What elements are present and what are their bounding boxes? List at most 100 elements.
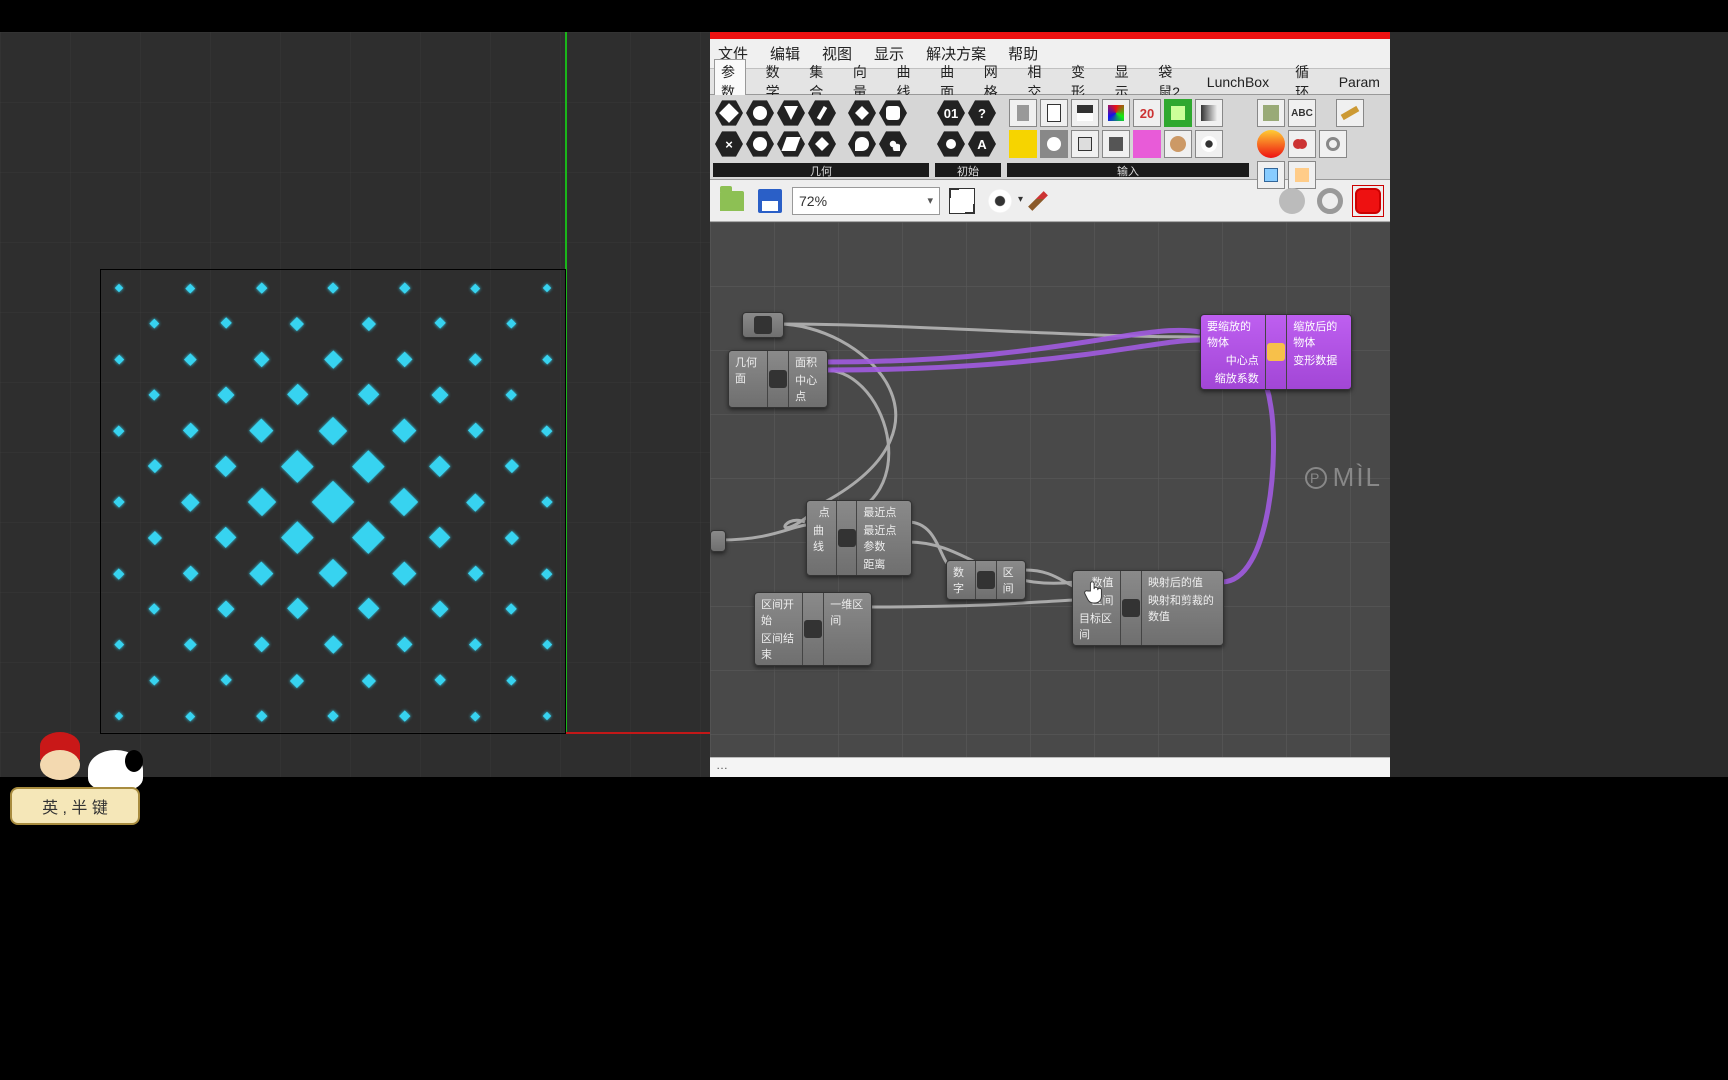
component-icon[interactable] (746, 130, 774, 158)
component-icon[interactable] (1257, 161, 1285, 189)
port-in[interactable]: 点 (819, 504, 830, 520)
component-icon[interactable]: ? (968, 99, 996, 127)
eraser-button[interactable] (1352, 185, 1384, 217)
port-out[interactable]: 映射后的值 (1148, 574, 1203, 590)
component-icon[interactable] (1164, 130, 1192, 158)
component-icon[interactable] (1040, 99, 1068, 127)
ribbon-group-label: 输入 (1007, 163, 1249, 177)
component-icon[interactable] (777, 99, 805, 127)
port-in[interactable]: 几何面 (735, 354, 761, 386)
component-icon[interactable] (879, 99, 907, 127)
component-icon[interactable] (808, 99, 836, 127)
diamond-pattern (101, 270, 565, 733)
component-icon[interactable] (1195, 99, 1223, 127)
node-construct-domain[interactable]: 区间开始 区间结束 一维区间 (754, 592, 872, 666)
save-button[interactable] (754, 185, 786, 217)
watermark: P MÌL (1305, 462, 1382, 493)
zoom-extents-button[interactable] (946, 185, 978, 217)
component-icon[interactable] (777, 130, 805, 158)
component-icon (769, 370, 787, 388)
port-in[interactable]: 区间开始 (761, 596, 796, 628)
component-icon[interactable]: A (968, 130, 996, 158)
node-scale[interactable]: 要缩放的物体 中心点 缩放系数 缩放后的物体 变形数据 (1200, 314, 1352, 390)
preview-button[interactable] (984, 185, 1016, 217)
port-out[interactable]: 缩放后的物体 (1293, 318, 1345, 350)
component-icon (977, 571, 995, 589)
rhino-viewport[interactable]: 英 , 半 键 (0, 32, 710, 777)
eraser-icon (1355, 188, 1381, 214)
component-icon (804, 620, 822, 638)
component-icon[interactable] (848, 130, 876, 158)
component-icon[interactable] (879, 130, 907, 158)
port-out[interactable]: 变形数据 (1293, 352, 1337, 368)
watermark-text: MÌL (1333, 462, 1382, 493)
component-icon[interactable] (1009, 99, 1037, 127)
port-in[interactable]: 数字 (953, 564, 969, 596)
component-icon[interactable] (1102, 130, 1130, 158)
component-icon[interactable] (937, 130, 965, 158)
port-out[interactable]: 区间 (1003, 564, 1019, 596)
watermark-badge: P (1305, 467, 1327, 489)
port-out[interactable]: 一维区间 (830, 596, 865, 628)
zoom-combobox[interactable]: 72% (792, 187, 940, 215)
tab-lunchbox[interactable]: LunchBox (1201, 72, 1275, 92)
blob-icon (1279, 188, 1305, 214)
component-icon[interactable] (1195, 130, 1223, 158)
port-in[interactable]: 中心点 (1226, 352, 1259, 368)
ribbon: × 几何 01 ? A 初始 (710, 95, 1390, 180)
component-icon[interactable]: × (715, 130, 743, 158)
port-out[interactable]: 最近点参数 (863, 522, 905, 554)
component-icon[interactable] (1288, 130, 1316, 158)
port-in[interactable]: 区间结束 (761, 630, 796, 662)
component-icon[interactable] (1288, 161, 1316, 189)
open-button[interactable] (716, 185, 748, 217)
node-bounds[interactable]: 数字 区间 (946, 560, 1026, 600)
port-in[interactable]: 目标区间 (1079, 610, 1114, 642)
tool-button[interactable] (1276, 185, 1308, 217)
port-out[interactable]: 面积 (795, 354, 817, 370)
component-icon[interactable] (1257, 130, 1285, 158)
pencil-icon (1028, 191, 1048, 211)
grasshopper-canvas[interactable]: 几何面 面积 中心点 点 曲线 最近点 最近点参数 距离 (710, 222, 1390, 757)
sketch-button[interactable] (1022, 185, 1054, 217)
component-icon[interactable] (1133, 130, 1161, 158)
component-icon[interactable] (808, 130, 836, 158)
node-param-small[interactable] (710, 530, 726, 552)
tab-param2[interactable]: Param (1333, 72, 1386, 92)
component-icon[interactable] (1071, 99, 1099, 127)
component-icon[interactable] (848, 99, 876, 127)
port-out[interactable]: 映射和剪裁的数值 (1148, 592, 1217, 624)
port-in[interactable]: 曲线 (813, 522, 830, 554)
ribbon-group-label: 几何 (713, 163, 929, 177)
component-icon[interactable] (1164, 99, 1192, 127)
port-in[interactable]: 缩放系数 (1215, 370, 1259, 386)
ribbon-group-label: 初始 (935, 163, 1001, 177)
component-icon[interactable] (1102, 99, 1130, 127)
component-icon[interactable] (715, 99, 743, 127)
component-icon[interactable]: ABC (1288, 99, 1316, 127)
tool-button[interactable] (1314, 185, 1346, 217)
port-in[interactable]: 区间 (1092, 592, 1114, 608)
component-icon (1122, 599, 1140, 617)
axis-x (565, 732, 710, 734)
node-surface[interactable]: 几何面 面积 中心点 (728, 350, 828, 408)
node-closest-point[interactable]: 点 曲线 最近点 最近点参数 距离 (806, 500, 912, 576)
component-icon[interactable] (1071, 130, 1099, 158)
component-icon[interactable] (1257, 99, 1285, 127)
component-icon[interactable] (746, 99, 774, 127)
port-in[interactable]: 要缩放的物体 (1207, 318, 1259, 350)
component-icon (838, 529, 856, 547)
status-bar: … (710, 757, 1390, 777)
component-icon[interactable]: 01 (937, 99, 965, 127)
component-icon[interactable]: 20 (1133, 99, 1161, 127)
component-icon[interactable] (1336, 99, 1364, 127)
port-out[interactable]: 距离 (863, 556, 885, 572)
port-out[interactable]: 最近点 (863, 504, 896, 520)
node-param[interactable] (742, 312, 784, 338)
port-in[interactable]: 数值 (1092, 574, 1114, 590)
component-icon[interactable] (1040, 130, 1068, 158)
port-out[interactable]: 中心点 (795, 372, 821, 404)
node-remap[interactable]: 数值 区间 目标区间 映射后的值 映射和剪裁的数值 (1072, 570, 1224, 646)
component-icon[interactable] (1319, 130, 1347, 158)
component-icon[interactable] (1009, 130, 1037, 158)
